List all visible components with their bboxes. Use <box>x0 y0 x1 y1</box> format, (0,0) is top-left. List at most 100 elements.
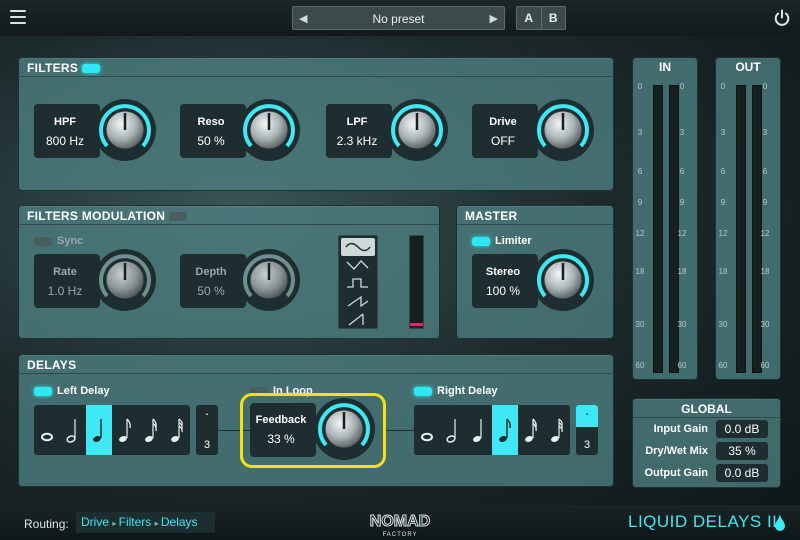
drive-control: Drive OFF <box>472 104 538 158</box>
depth-knob[interactable] <box>236 247 302 313</box>
dotted-note-icon: · <box>576 405 598 427</box>
square-wave-icon[interactable] <box>341 274 375 292</box>
filters-title: FILTERS <box>27 61 79 75</box>
meter-scale-tick: 30 <box>760 320 770 329</box>
stereo-label: Stereo <box>485 266 521 278</box>
input-gain-row: Input Gain 0.0 dB <box>630 420 780 440</box>
eighth-note-icon[interactable] <box>112 405 138 455</box>
meter-scale-tick: 9 <box>637 198 643 207</box>
meter-scale-tick: 3 <box>637 128 643 137</box>
meter-scale-tick: 9 <box>679 198 685 207</box>
waveform-selector <box>338 235 378 329</box>
meter-scale-tick: 30 <box>677 320 687 329</box>
right-delay-label: Right Delay <box>437 385 498 397</box>
meter-scale-tick: 0 <box>637 82 643 91</box>
hpf-label: HPF <box>54 116 76 128</box>
drive-value: OFF <box>491 134 515 148</box>
routing-selector[interactable]: Drive ▸ Filters ▸ Delays <box>76 512 215 533</box>
a-button[interactable]: A <box>517 7 542 29</box>
meter-scale-tick: 9 <box>720 198 726 207</box>
meter-scale-tick: 6 <box>762 167 768 176</box>
meter-scale-tick: 60 <box>635 361 645 370</box>
b-button[interactable]: B <box>542 7 566 29</box>
left-delay-label: Left Delay <box>57 385 110 397</box>
left-triplet-number: 3 <box>203 439 211 451</box>
sync-toggle[interactable] <box>34 237 52 246</box>
limiter-label: Limiter <box>495 235 532 247</box>
lpf-label: LPF <box>346 116 368 128</box>
preset-selector[interactable]: ◀ No preset ▶ <box>292 6 505 30</box>
meter-scale-tick: 0 <box>762 82 768 91</box>
quarter-note-icon[interactable] <box>86 405 112 455</box>
thirty-second-note-icon[interactable] <box>544 405 570 455</box>
output-gain-label: Output Gain <box>644 467 708 479</box>
eighth-note-icon[interactable] <box>492 405 518 455</box>
filters-enable-toggle[interactable] <box>82 64 100 73</box>
master-title: MASTER <box>465 209 518 223</box>
thirty-second-note-icon[interactable] <box>164 405 190 455</box>
lpf-control: LPF 2.3 kHz <box>326 104 392 158</box>
left-delay-toggle[interactable] <box>34 387 52 396</box>
stereo-control: Stereo 100 % <box>472 254 538 308</box>
preset-next-icon[interactable]: ▶ <box>490 12 498 25</box>
rate-knob[interactable] <box>92 247 158 313</box>
meter-scale-tick: 12 <box>718 229 728 238</box>
whole-note-icon[interactable] <box>414 405 440 455</box>
quarter-note-icon[interactable] <box>466 405 492 455</box>
sync-label: Sync <box>57 235 84 247</box>
meter-scale-tick: 18 <box>635 267 645 276</box>
meter-scale-tick: 30 <box>635 320 645 329</box>
meter-scale-tick: 12 <box>635 229 645 238</box>
preset-name: No preset <box>372 12 425 26</box>
output-gain-value[interactable]: 0.0 dB <box>716 464 768 482</box>
drive-knob[interactable] <box>530 97 596 163</box>
meter-scale-tick: 18 <box>760 267 770 276</box>
ab-compare: A B <box>516 6 566 30</box>
saw-down-wave-icon[interactable] <box>341 310 375 328</box>
sine-wave-icon[interactable] <box>341 238 375 256</box>
saw-up-wave-icon[interactable] <box>341 292 375 310</box>
sixteenth-note-icon[interactable] <box>138 405 164 455</box>
half-note-icon[interactable] <box>440 405 466 455</box>
global-title: GLOBAL <box>681 402 732 416</box>
whole-note-icon[interactable] <box>34 405 60 455</box>
left-triplet-toggle[interactable]: · 3 <box>196 405 218 455</box>
input-gain-value[interactable]: 0.0 dB <box>716 420 768 438</box>
meter-scale-tick: 60 <box>718 361 728 370</box>
rate-control: Rate 1.0 Hz <box>34 254 100 308</box>
meter-scale-tick: 60 <box>760 361 770 370</box>
drive-label: Drive <box>489 116 517 128</box>
right-triplet-number: 3 <box>583 439 591 451</box>
filters-modulation-title: FILTERS MODULATION <box>27 209 166 223</box>
meter-scale-tick: 6 <box>720 167 726 176</box>
power-icon[interactable] <box>773 9 791 27</box>
right-triplet-toggle[interactable]: · 3 <box>576 405 598 455</box>
meter-scale-tick: 9 <box>762 198 768 207</box>
menu-icon[interactable] <box>10 10 26 24</box>
meter-scale-tick: 18 <box>718 267 728 276</box>
stereo-knob[interactable] <box>530 247 596 313</box>
input-gain-label: Input Gain <box>653 423 708 435</box>
meter-scale-tick: 3 <box>679 128 685 137</box>
meter-scale-tick: 6 <box>679 167 685 176</box>
half-note-icon[interactable] <box>60 405 86 455</box>
depth-value: 50 % <box>197 284 225 298</box>
input-meter: IN <box>632 57 698 380</box>
meter-scale-tick: 60 <box>677 361 687 370</box>
dotted-note-icon: · <box>204 405 210 421</box>
meter-scale-tick: 30 <box>718 320 728 329</box>
rate-value: 1.0 Hz <box>47 284 83 298</box>
output-meter: OUT <box>715 57 781 380</box>
left-note-selector <box>34 405 190 455</box>
reso-value: 50 % <box>197 134 225 148</box>
lpf-knob[interactable] <box>384 97 450 163</box>
hpf-knob[interactable] <box>92 97 158 163</box>
dry-wet-value[interactable]: 35 % <box>716 442 768 460</box>
right-delay-toggle[interactable] <box>414 387 432 396</box>
filters-modulation-toggle[interactable] <box>169 212 187 221</box>
limiter-toggle[interactable] <box>472 237 490 246</box>
sixteenth-note-icon[interactable] <box>518 405 544 455</box>
routing-step-delays: Delays <box>160 515 198 529</box>
reso-knob[interactable] <box>236 97 302 163</box>
triangle-wave-icon[interactable] <box>341 256 375 274</box>
